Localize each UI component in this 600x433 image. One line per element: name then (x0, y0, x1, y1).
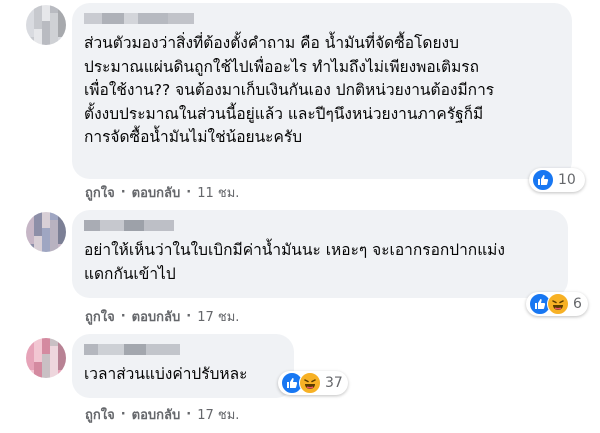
comment-bubble: อย่าให้เห็นว่าในใบเบิกมีค่าน้ำมันนะ เหอะ… (72, 210, 568, 298)
separator-dot: · (186, 309, 192, 324)
author-name-blurred[interactable] (84, 344, 180, 355)
like-button[interactable]: ถูกใจ (85, 306, 115, 327)
separator-dot: · (186, 407, 192, 422)
like-button[interactable]: ถูกใจ (85, 404, 115, 425)
separator-dot: · (120, 309, 126, 324)
reaction-count: 37 (325, 375, 343, 391)
timestamp[interactable]: 17 ชม. (197, 306, 239, 327)
separator-dot: · (186, 185, 192, 200)
separator-dot: · (120, 407, 126, 422)
author-name-blurred[interactable] (84, 13, 194, 24)
reply-button[interactable]: ตอบกลับ (132, 306, 181, 327)
comment-actions: ถูกใจ · ตอบกลับ · 11 ชม. (85, 182, 239, 203)
reaction-summary[interactable]: 10 (529, 168, 585, 192)
reaction-count: 10 (558, 172, 576, 188)
reaction-summary[interactable]: 37 (278, 371, 348, 395)
like-icon (532, 169, 554, 191)
avatar[interactable] (26, 5, 66, 45)
avatar[interactable] (26, 338, 66, 378)
reaction-summary[interactable]: 6 (526, 292, 588, 316)
haha-icon (299, 372, 321, 394)
comment-actions: ถูกใจ · ตอบกลับ · 17 ชม. (85, 306, 239, 327)
comment-bubble: ส่วนตัวมองว่าสิ่งที่ต้องตั้งคำถาม คือ น้… (72, 3, 572, 179)
avatar[interactable] (26, 212, 66, 252)
comment-actions: ถูกใจ · ตอบกลับ · 17 ชม. (85, 404, 239, 425)
comment-text: ส่วนตัวมองว่าสิ่งที่ต้องตั้งคำถาม คือ น้… (84, 34, 495, 146)
reply-button[interactable]: ตอบกลับ (132, 182, 181, 203)
like-button[interactable]: ถูกใจ (85, 182, 115, 203)
timestamp[interactable]: 17 ชม. (197, 404, 239, 425)
timestamp[interactable]: 11 ชม. (197, 182, 239, 203)
comment-bubble: เวลาส่วนแบ่งค่าปรับหละ (72, 334, 294, 398)
comment-text: เวลาส่วนแบ่งค่าปรับหละ (84, 365, 248, 383)
author-name-blurred[interactable] (84, 220, 174, 231)
comment-text: อย่าให้เห็นว่าในใบเบิกมีค่าน้ำมันนะ เหอะ… (84, 241, 505, 283)
reaction-count: 6 (573, 296, 582, 312)
reply-button[interactable]: ตอบกลับ (132, 404, 181, 425)
haha-icon (547, 293, 569, 315)
separator-dot: · (120, 185, 126, 200)
